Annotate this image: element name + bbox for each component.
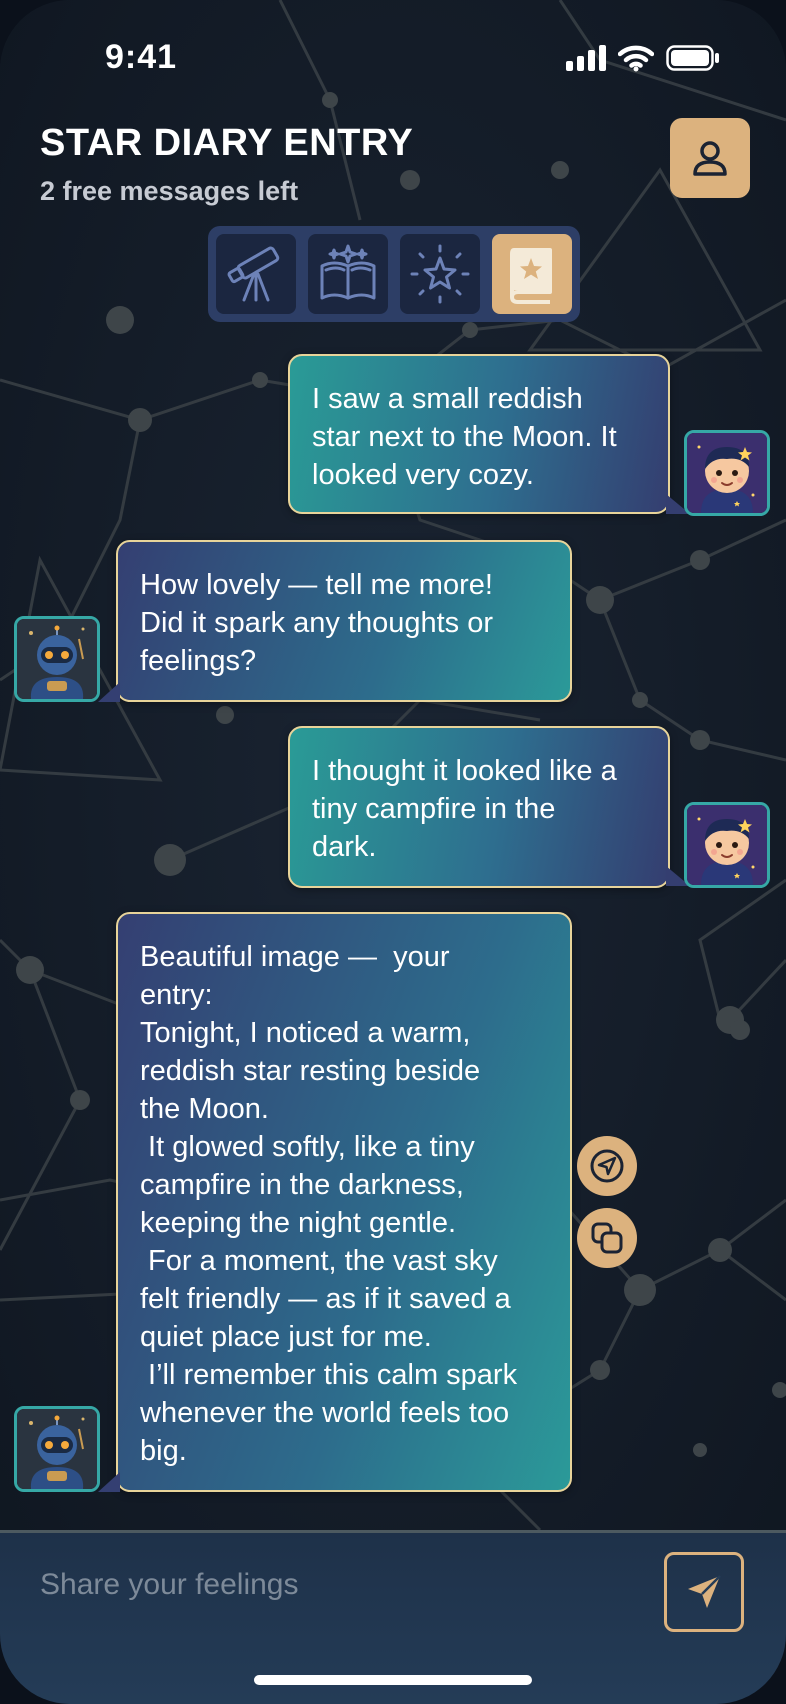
mode-telescope-button[interactable] bbox=[216, 234, 296, 314]
message-line: How lovely — tell me more! bbox=[140, 569, 493, 601]
status-bar: 9:41 bbox=[0, 0, 786, 110]
star-diary-book-icon bbox=[510, 248, 552, 304]
message-line: felt friendly — as if it saved a bbox=[140, 1283, 511, 1315]
message-input[interactable] bbox=[40, 1560, 620, 1610]
cellular-signal-icon bbox=[566, 45, 606, 71]
message-line: For a moment, the vast sky bbox=[140, 1245, 498, 1277]
share-entry-button[interactable] bbox=[577, 1136, 637, 1196]
message-line: whenever the world feels too bbox=[140, 1397, 510, 1429]
message-line: Tonight, I noticed a warm, bbox=[140, 1017, 471, 1049]
battery-icon bbox=[666, 45, 719, 71]
message-line: campfire in the darkness, bbox=[140, 1169, 464, 1201]
free-messages-counter: 2 free messages left bbox=[40, 176, 299, 206]
user-avatar bbox=[684, 430, 770, 516]
message-bubble-user: I thought it looked like a tiny campfire… bbox=[288, 726, 670, 888]
message-bubble-user: I saw a small reddish star next to the M… bbox=[288, 354, 670, 514]
message-line: dark. bbox=[312, 831, 377, 863]
message-bubble-bot-diary-entry: Beautiful image — your entry: Tonight, I… bbox=[116, 912, 572, 1492]
home-indicator[interactable] bbox=[254, 1675, 532, 1685]
open-book-sparkle-icon bbox=[320, 244, 376, 300]
message-line: tiny campfire in the bbox=[312, 793, 556, 825]
bot-avatar bbox=[14, 616, 100, 702]
page-title: STAR DIARY ENTRY bbox=[40, 122, 414, 164]
message-line: I’ll remember this calm spark bbox=[140, 1359, 518, 1391]
profile-button[interactable] bbox=[670, 118, 750, 198]
user-avatar bbox=[684, 802, 770, 888]
child-astronomer-avatar-icon bbox=[687, 805, 767, 885]
send-icon bbox=[688, 1575, 721, 1608]
copy-entry-button[interactable] bbox=[577, 1208, 637, 1268]
app-screen: 9:41 STAR DIARY ENTRY 2 free messages le… bbox=[0, 0, 786, 1704]
message-line: I thought it looked like a bbox=[312, 755, 617, 787]
message-line: looked very cozy. bbox=[312, 459, 534, 491]
message-line: star next to the Moon. It bbox=[312, 421, 617, 453]
user-icon bbox=[693, 141, 727, 176]
shining-star-icon bbox=[410, 244, 470, 304]
wifi-icon bbox=[618, 45, 654, 72]
message-line: Beautiful image — your bbox=[140, 941, 450, 973]
mode-diary-button[interactable] bbox=[492, 234, 572, 314]
bubble-tail bbox=[98, 1472, 120, 1492]
copy-icon bbox=[591, 1222, 623, 1254]
child-astronomer-avatar-icon bbox=[687, 433, 767, 513]
message-line: Did it spark any thoughts or bbox=[140, 607, 494, 639]
robot-avatar-icon bbox=[17, 619, 97, 699]
mode-star-button[interactable] bbox=[400, 234, 480, 314]
message-line: quiet place just for me. bbox=[140, 1321, 432, 1353]
message-line: the Moon. bbox=[140, 1093, 269, 1125]
mode-selector bbox=[208, 226, 580, 322]
bot-avatar bbox=[14, 1406, 100, 1492]
robot-avatar-icon bbox=[17, 1409, 97, 1489]
message-line: big. bbox=[140, 1435, 187, 1467]
telescope-icon bbox=[227, 246, 280, 302]
message-line: It glowed softly, like a tiny bbox=[140, 1131, 475, 1163]
bubble-tail bbox=[98, 682, 120, 702]
status-time: 9:41 bbox=[105, 38, 178, 76]
navigate-share-icon bbox=[590, 1149, 624, 1183]
mode-story-button[interactable] bbox=[308, 234, 388, 314]
message-line: I saw a small reddish bbox=[312, 383, 583, 415]
message-line: entry: bbox=[140, 979, 213, 1011]
message-line: reddish star resting beside bbox=[140, 1055, 481, 1087]
status-icons bbox=[566, 44, 720, 72]
message-line: feelings? bbox=[140, 645, 257, 677]
message-bubble-bot: How lovely — tell me more! Did it spark … bbox=[116, 540, 572, 702]
send-button[interactable] bbox=[664, 1552, 744, 1632]
message-line: keeping the night gentle. bbox=[140, 1207, 457, 1239]
